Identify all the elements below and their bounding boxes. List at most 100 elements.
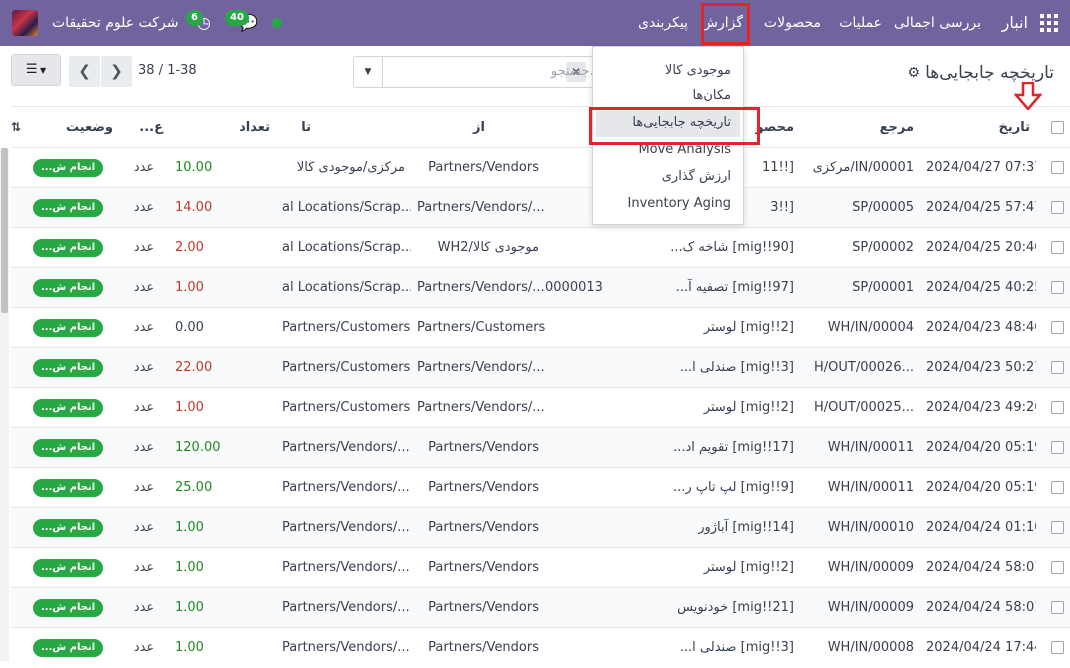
col-from[interactable]: از	[411, 106, 545, 148]
cell-quantity: 120.00	[169, 427, 276, 468]
cell-spacer	[11, 267, 27, 308]
cell-from: Partners/Vendors	[411, 627, 545, 668]
messages-badge: 40	[225, 10, 249, 26]
row-checkbox[interactable]	[1036, 347, 1070, 388]
annotation-down-arrow-icon	[1014, 82, 1042, 110]
col-to[interactable]: تا	[276, 106, 411, 148]
cell-product: [mig!!14] آباژور	[653, 507, 800, 548]
row-checkbox[interactable]	[1036, 147, 1070, 188]
view-switcher-button[interactable]: ☰ ▼	[11, 54, 61, 86]
table-row[interactable]: 2024/04/23 48:46:...WH/IN/00004[mig!!2] …	[11, 307, 1070, 348]
cell-reference: WH/IN/00009	[800, 547, 920, 588]
col-uom[interactable]: ع...	[119, 106, 169, 148]
pager-range[interactable]: 1-38	[167, 63, 197, 78]
cell-reference: WH/IN/00008	[800, 627, 920, 668]
table-row[interactable]: 2024/04/24 01:10:...WH/IN/00010[mig!!14]…	[11, 507, 1070, 548]
row-checkbox[interactable]	[1036, 547, 1070, 588]
select-all-checkbox[interactable]	[1036, 106, 1070, 148]
row-checkbox[interactable]	[1036, 427, 1070, 468]
cell-lot	[545, 227, 653, 268]
list-view-icon: ☰	[25, 62, 38, 77]
pager-prev-button[interactable]: ❮	[69, 56, 100, 87]
cell-to: Partners/Customers	[276, 307, 411, 348]
row-checkbox[interactable]	[1036, 467, 1070, 508]
cell-from: Partners/Vendors/...	[411, 267, 545, 308]
menu-overview[interactable]: بررسی اجمالی	[894, 0, 981, 46]
gear-icon[interactable]: ⚙	[907, 65, 920, 81]
status-dot	[272, 18, 282, 28]
col-status[interactable]: وضعیت	[27, 106, 119, 148]
cell-spacer	[11, 467, 27, 508]
cell-status: انجام ش...	[27, 387, 119, 428]
pager-total: 38	[138, 63, 155, 78]
status-badge: انجام ش...	[33, 318, 104, 337]
status-badge: انجام ش...	[33, 238, 104, 257]
cell-reference: WH/IN/00009	[800, 587, 920, 628]
activity-badge: 6	[186, 10, 203, 26]
table-row[interactable]: 2024/04/23 50:27:...H/OUT/00026...[mig!!…	[11, 347, 1070, 388]
pager-value[interactable]: 38 / 1-38	[138, 63, 197, 78]
menu-operations[interactable]: عملیات	[839, 0, 882, 46]
row-checkbox[interactable]	[1036, 307, 1070, 348]
pager-next-button[interactable]: ❯	[101, 56, 132, 87]
row-checkbox[interactable]	[1036, 627, 1070, 668]
table-row[interactable]: 2024/04/27 07:37:...مرکزی/IN/00001[!!11P…	[11, 147, 1070, 188]
table-row[interactable]: 2024/04/20 05:19:...WH/IN/00011[mig!!17]…	[11, 427, 1070, 468]
menu-item-stock[interactable]: موجودی کالا	[665, 63, 731, 78]
page-title[interactable]: تاریخچه جابجایی‌ها	[925, 63, 1054, 83]
cell-product: [mig!!2] لوستر	[653, 547, 800, 588]
col-date[interactable]: تاریخ	[920, 106, 1036, 148]
table-row[interactable]: 2024/04/23 49:26:...H/OUT/00025...[mig!!…	[11, 387, 1070, 428]
cell-to: Partners/Vendors/...	[276, 427, 411, 468]
optional-columns-icon[interactable]: ⇅	[11, 106, 27, 148]
row-checkbox[interactable]	[1036, 507, 1070, 548]
cell-product: [mig!!2] لوستر	[653, 307, 800, 348]
row-checkbox[interactable]	[1036, 187, 1070, 228]
cell-spacer	[11, 547, 27, 588]
col-reference[interactable]: مرجع	[800, 106, 920, 148]
cell-product: [mig!!97] تصفیه آ...	[653, 267, 800, 308]
table-row[interactable]: 2024/04/24 17:44:...WH/IN/00008[mig!!3] …	[11, 627, 1070, 668]
app-name[interactable]: انبار	[1002, 0, 1028, 46]
cell-from: Partners/Vendors/...	[411, 347, 545, 388]
row-checkbox[interactable]	[1036, 587, 1070, 628]
top-navbar: انبار بررسی اجمالی عملیات محصولات گزارش …	[0, 0, 1070, 46]
menu-configuration[interactable]: پیکربندی	[638, 0, 688, 46]
menu-item-locations[interactable]: مکان‌ها	[693, 88, 731, 103]
cell-quantity: 22.00	[169, 347, 276, 388]
row-checkbox[interactable]	[1036, 387, 1070, 428]
status-badge: انجام ش...	[33, 198, 104, 217]
table-row[interactable]: 2024/04/25 40:25:...SP/00001[mig!!97] تص…	[11, 267, 1070, 308]
cell-product: [mig!!3] صندلی ا...	[653, 347, 800, 388]
user-avatar[interactable]	[12, 10, 38, 36]
table-row[interactable]: 2024/04/25 57:47:...SP/00005[!!3Partners…	[11, 187, 1070, 228]
table-row[interactable]: 2024/04/20 05:19:...WH/IN/00011[mig!!9] …	[11, 467, 1070, 508]
cell-from: Partners/Vendors	[411, 547, 545, 588]
company-switcher[interactable]: شرکت علوم تحقیقات	[52, 0, 178, 46]
search-box[interactable]: ▼ ✕ جستجو...	[353, 56, 613, 88]
row-checkbox[interactable]	[1036, 227, 1070, 268]
cell-status: انجام ش...	[27, 587, 119, 628]
search-options-toggle[interactable]: ▼	[354, 57, 383, 87]
cell-from: Partners/Vendors	[411, 467, 545, 508]
cell-status: انجام ش...	[27, 627, 119, 668]
menu-products[interactable]: محصولات	[764, 0, 821, 46]
apps-menu-icon[interactable]	[1040, 14, 1058, 32]
cell-date: 2024/04/25 40:25:...	[920, 267, 1036, 308]
table-row[interactable]: 2024/04/24 58:01:...WH/IN/00009[mig!!2] …	[11, 547, 1070, 588]
table-row[interactable]: 2024/04/25 20:46:...SP/00002[mig!!90] شا…	[11, 227, 1070, 268]
table-row[interactable]: 2024/04/24 58:01:...WH/IN/00009[mig!!21]…	[11, 587, 1070, 628]
cell-quantity: 14.00	[169, 187, 276, 228]
scrollbar[interactable]	[0, 148, 9, 661]
row-checkbox[interactable]	[1036, 267, 1070, 308]
cell-quantity: 10.00	[169, 147, 276, 188]
menu-item-inventory-aging[interactable]: Inventory Aging	[628, 196, 731, 211]
scrollbar-thumb[interactable]	[1, 148, 8, 313]
cell-to: مرکزی/موجودی کالا	[276, 147, 411, 188]
cell-reference: WH/IN/00011	[800, 427, 920, 468]
cell-date: 2024/04/24 58:01:...	[920, 587, 1036, 628]
cell-uom: عدد	[119, 627, 169, 668]
menu-item-valuation[interactable]: ارزش گذاری	[662, 169, 731, 184]
status-badge: انجام ش...	[33, 398, 104, 417]
col-quantity[interactable]: تعداد	[169, 106, 276, 148]
